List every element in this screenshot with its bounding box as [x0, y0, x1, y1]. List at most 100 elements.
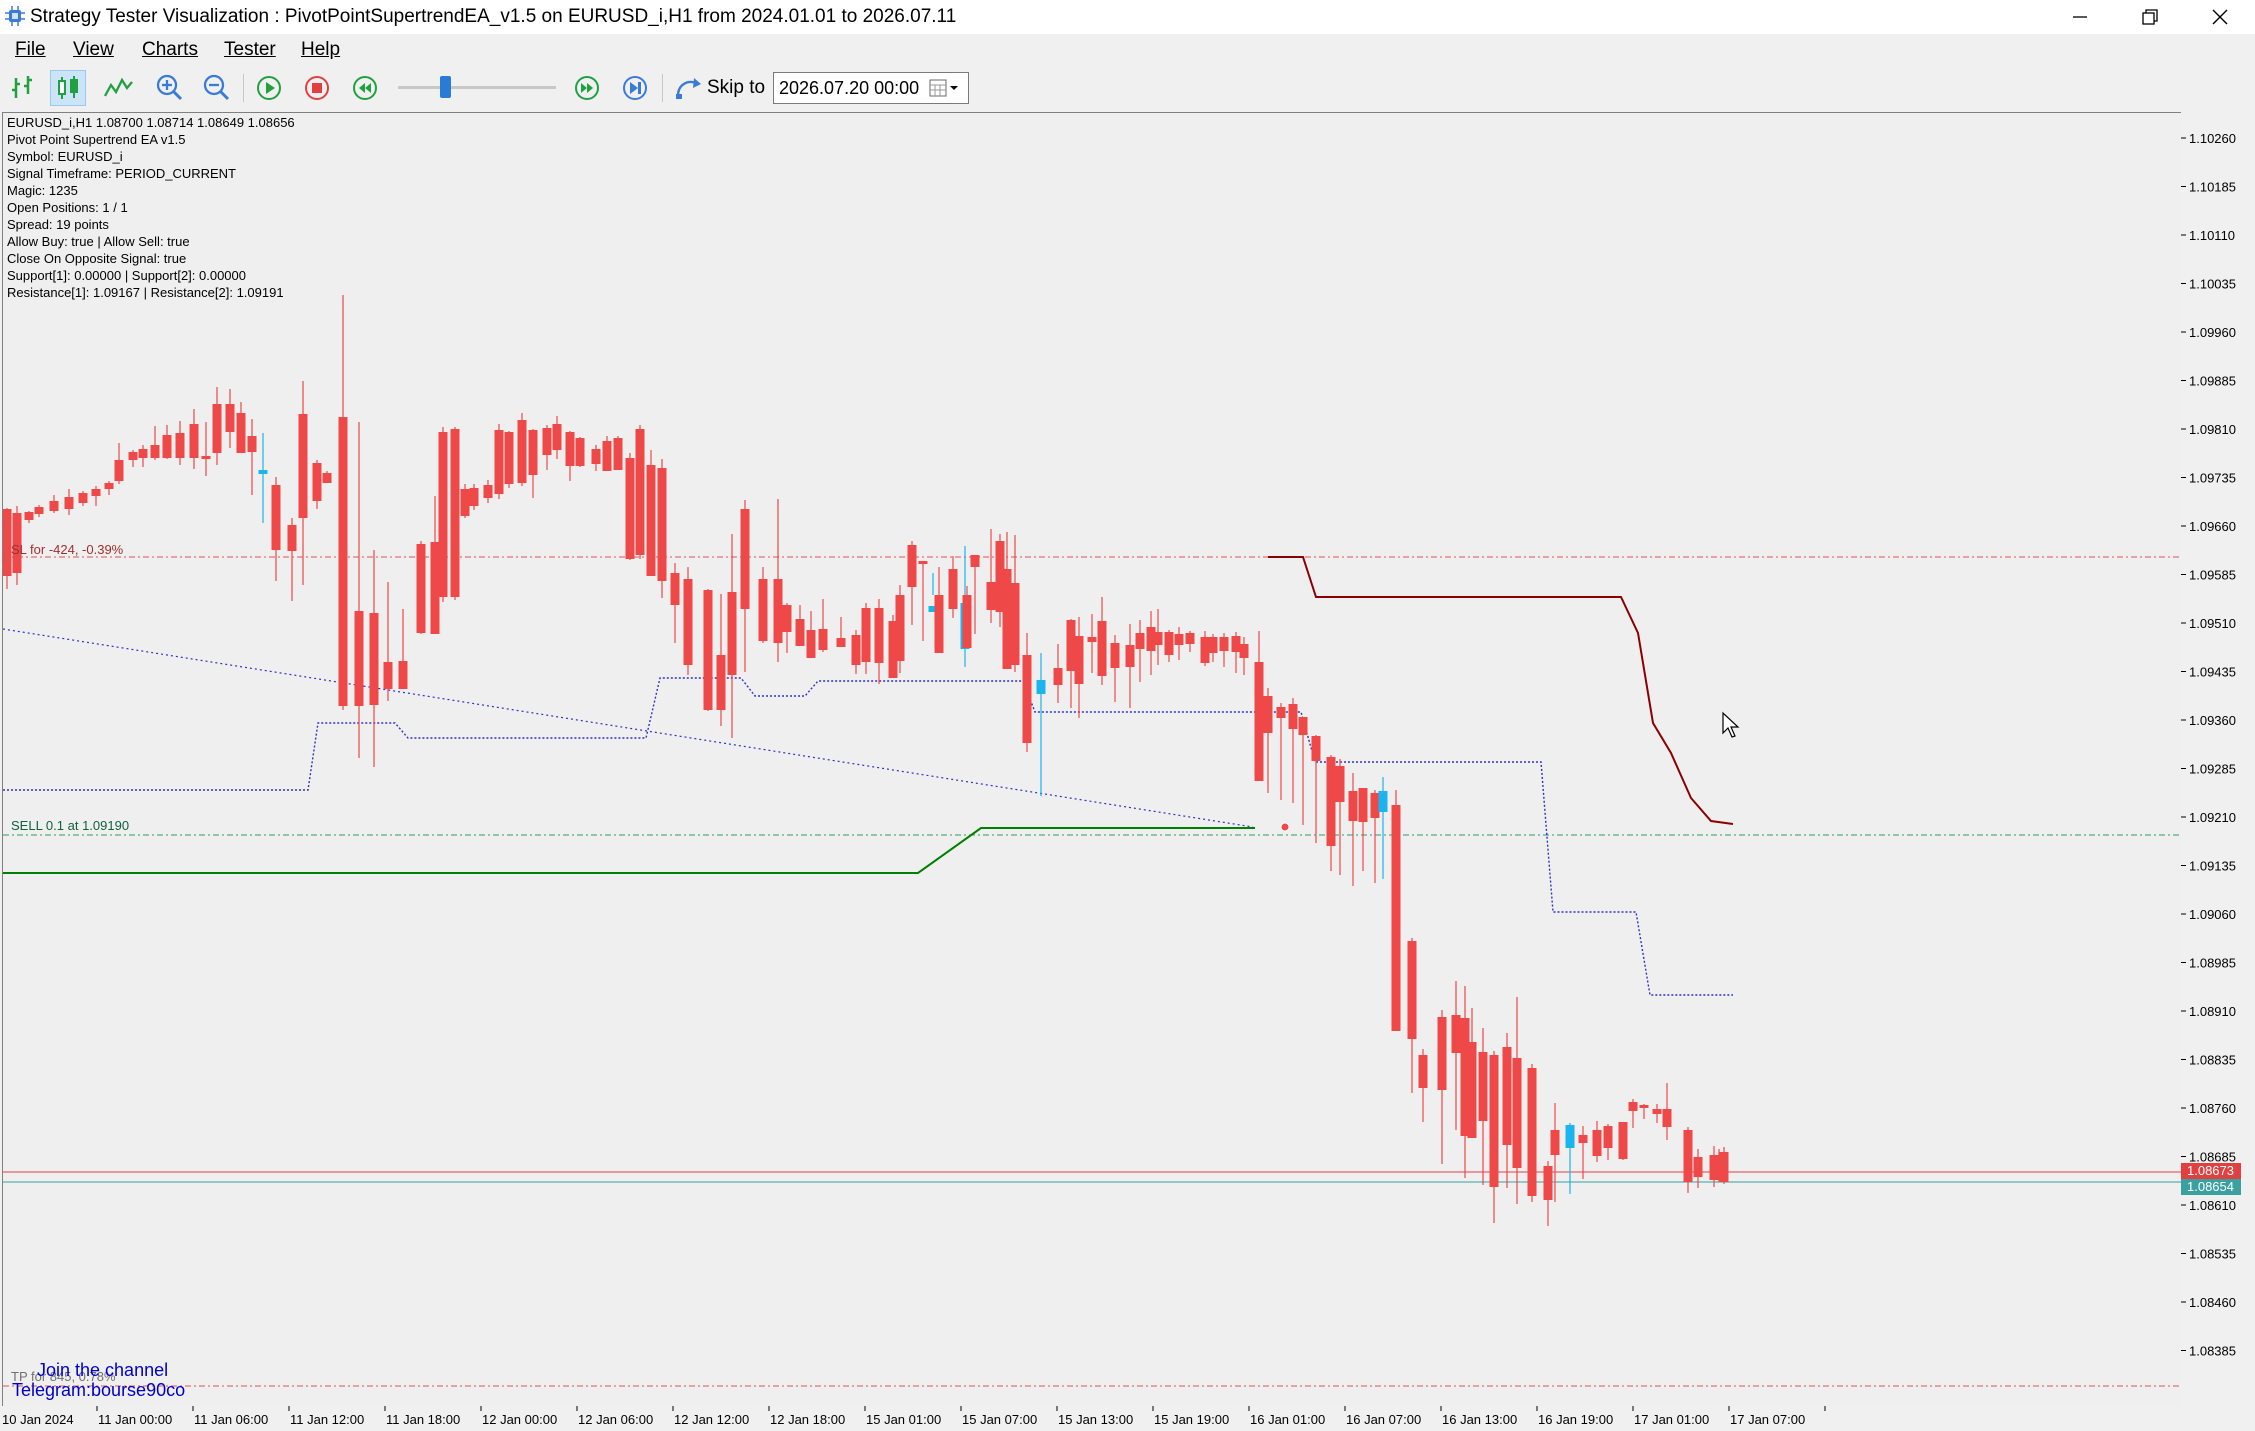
candle [1288, 698, 1298, 803]
supertrend-line[interactable] [3, 677, 1733, 996]
price-tick-label: 1.08460 [2189, 1295, 2236, 1310]
skip-to-date-field[interactable]: 2026.07.20 00:00 [773, 72, 969, 104]
candle [602, 436, 612, 471]
speed-up-button[interactable] [569, 70, 605, 106]
price-tick-label: 1.08385 [2189, 1344, 2236, 1359]
bid-price-tag: 1.08673 [2181, 1163, 2241, 1179]
candle [1326, 755, 1336, 871]
candle [716, 594, 726, 726]
candle [175, 421, 185, 465]
trade-entry-marker[interactable] [1280, 822, 1290, 832]
price-tick-label: 1.10260 [2189, 131, 2236, 146]
candle [1010, 535, 1020, 672]
skip-to-date-value: 2026.07.20 00:00 [779, 78, 920, 98]
candle [469, 484, 479, 510]
skip-arrow-icon [676, 78, 701, 99]
skip-to-end-button[interactable] [617, 70, 653, 106]
candle [416, 541, 426, 634]
menu-help[interactable]: Help [301, 37, 340, 63]
bar-chart-button[interactable] [4, 70, 40, 106]
candle [836, 617, 846, 647]
candle [247, 419, 257, 495]
candle [128, 450, 138, 467]
candle [782, 603, 792, 653]
menu-charts[interactable]: Charts [142, 37, 198, 63]
toolbar-separator [243, 74, 244, 102]
stop-button[interactable] [299, 70, 335, 106]
chart-canvas[interactable] [3, 113, 2181, 1406]
minimize-button[interactable] [2045, 0, 2115, 34]
candle [354, 422, 364, 758]
ea-info-line: Spread: 19 points [7, 217, 109, 232]
candlestick-chart-button[interactable] [50, 70, 86, 106]
candle [1578, 1126, 1588, 1179]
price-tick-label: 1.09060 [2189, 907, 2236, 922]
candle [298, 381, 308, 585]
candle [1478, 1028, 1488, 1185]
speed-slider-handle[interactable] [440, 76, 451, 98]
price-chart[interactable]: EURUSD_i,H1 1.08700 1.08714 1.08649 1.08… [2, 112, 2182, 1407]
fast-forward-icon [575, 76, 599, 100]
candle [1378, 777, 1388, 879]
candle [201, 422, 211, 476]
time-tick-label: 17 Jan 01:00 [1634, 1412, 1709, 1427]
candle [758, 567, 768, 643]
candle [1263, 688, 1273, 793]
candle [1358, 788, 1368, 871]
candle [1125, 624, 1135, 708]
candle [703, 589, 713, 711]
candle [104, 481, 114, 495]
time-tick-label: 10 Jan 2024 [2, 1412, 74, 1427]
candle [934, 567, 944, 653]
ea-info-line: Pivot Point Supertrend EA v1.5 [7, 132, 186, 147]
speed-slider-track[interactable] [398, 86, 556, 89]
menu-file[interactable]: File [15, 37, 46, 63]
trend-line[interactable] [3, 628, 1254, 828]
candlestick-icon [58, 76, 78, 99]
candle [312, 460, 322, 509]
close-button[interactable] [2185, 0, 2255, 34]
price-tick-label: 1.09885 [2189, 374, 2236, 389]
slow-down-button[interactable] [347, 70, 383, 106]
telegram-line-2: Telegram:bourse90co [12, 1380, 186, 1400]
menu-view[interactable]: View [73, 37, 114, 63]
time-tick-label: 12 Jan 00:00 [482, 1412, 557, 1427]
window-title: Strategy Tester Visualization : PivotPoi… [30, 6, 957, 27]
time-tick-label: 16 Jan 19:00 [1538, 1412, 1613, 1427]
calendar-dropdown-icon[interactable] [928, 78, 964, 98]
candle [1153, 609, 1163, 665]
play-button[interactable] [251, 70, 287, 106]
line-chart-button[interactable] [100, 70, 136, 106]
candle [773, 499, 783, 662]
ea-info-line: Signal Timeframe: PERIOD_CURRENT [7, 166, 236, 181]
price-axis: 1.10260 1.10185 1.10110 1.10035 1.09960 1.098… [2181, 112, 2255, 1406]
candle [1618, 1122, 1628, 1160]
ea-info-line: EURUSD_i,H1 1.08700 1.08714 1.08649 1.08… [7, 115, 295, 130]
time-tick-label: 15 Jan 01:00 [866, 1412, 941, 1427]
candle [1489, 1051, 1499, 1223]
candle [225, 389, 235, 448]
zoom-in-button[interactable] [151, 70, 187, 106]
skip-to-icon-button[interactable] [670, 70, 706, 106]
candle [258, 433, 268, 523]
menu-view-label: View [73, 39, 114, 60]
candle [338, 295, 348, 710]
candle [1451, 981, 1461, 1130]
time-tick-label: 12 Jan 12:00 [674, 1412, 749, 1427]
candle [450, 427, 460, 600]
zoom-out-button[interactable] [198, 70, 234, 106]
candle [1254, 631, 1264, 781]
candle [1418, 1049, 1428, 1122]
candle [1298, 717, 1308, 825]
menu-tester[interactable]: Tester [224, 37, 276, 63]
price-tick-label: 1.09510 [2189, 616, 2236, 631]
candle [1543, 1161, 1553, 1226]
restore-button[interactable] [2115, 0, 2185, 34]
rewind-icon [353, 76, 377, 100]
minimize-icon [2073, 16, 2087, 18]
candle [635, 425, 645, 559]
candle [150, 426, 160, 460]
zoom-out-icon [203, 74, 230, 101]
candle [1512, 997, 1522, 1204]
candle [1592, 1121, 1602, 1162]
